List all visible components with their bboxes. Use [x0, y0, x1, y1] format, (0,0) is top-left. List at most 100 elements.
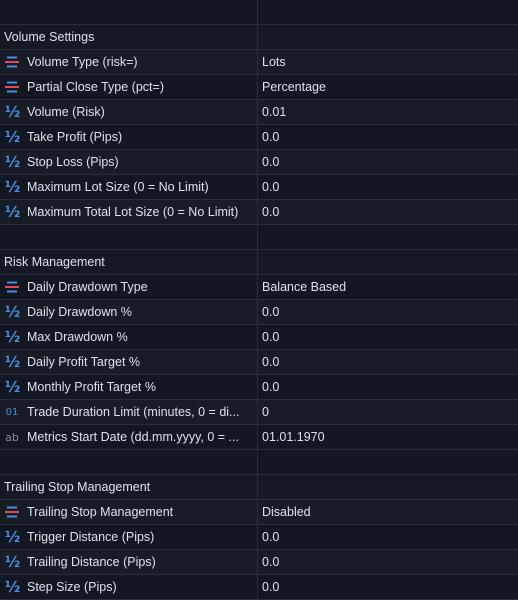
parameter-value[interactable]: Disabled — [262, 505, 311, 519]
parameter-value-cell[interactable]: 0.0 — [258, 300, 518, 324]
parameter-value[interactable]: 0.0 — [262, 305, 279, 319]
section-header-row: Volume Settings — [0, 25, 518, 50]
parameter-row[interactable]: ½ Trailing Distance (Pips) 0.0 — [0, 550, 518, 575]
parameter-name-cell: ½ Maximum Lot Size (0 = No Limit) — [0, 175, 258, 199]
parameter-name-cell: ½ Stop Loss (Pips) — [0, 150, 258, 174]
parameter-name: Stop Loss (Pips) — [27, 155, 119, 169]
parameter-name-cell: ½ Daily Drawdown % — [0, 300, 258, 324]
parameter-value[interactable]: Lots — [262, 55, 286, 69]
parameter-value[interactable]: 0.0 — [262, 555, 279, 569]
enum-icon — [4, 504, 20, 520]
parameter-name: Metrics Start Date (dd.mm.yyyy, 0 = ... — [27, 430, 239, 444]
parameter-value-cell[interactable]: 0.0 — [258, 575, 518, 599]
parameter-name: Monthly Profit Target % — [27, 380, 156, 394]
parameter-value[interactable]: 0 — [262, 405, 269, 419]
parameter-row[interactable]: ab Metrics Start Date (dd.mm.yyyy, 0 = ..… — [0, 425, 518, 450]
parameter-value[interactable]: 0.0 — [262, 355, 279, 369]
parameter-value-cell[interactable]: 0.0 — [258, 375, 518, 399]
parameter-name: Trigger Distance (Pips) — [27, 530, 155, 544]
parameter-value[interactable]: 0.0 — [262, 530, 279, 544]
integer-icon: 01 — [5, 406, 19, 418]
parameter-value-cell[interactable]: 0.0 — [258, 150, 518, 174]
parameter-value-cell[interactable]: 0.0 — [258, 200, 518, 224]
parameter-value-cell[interactable]: 0.01 — [258, 100, 518, 124]
section-header-value-cell — [258, 475, 518, 499]
parameter-row[interactable]: Partial Close Type (pct=) Percentage — [0, 75, 518, 100]
parameter-value-cell[interactable]: 0.0 — [258, 175, 518, 199]
parameter-value[interactable]: 0.01 — [262, 105, 286, 119]
parameter-row[interactable]: Volume Type (risk=) Lots — [0, 50, 518, 75]
parameter-value-cell[interactable]: Balance Based — [258, 275, 518, 299]
spacer-cell-right — [258, 225, 518, 249]
parameter-name: Partial Close Type (pct=) — [27, 80, 164, 94]
parameter-value-cell[interactable]: Disabled — [258, 500, 518, 524]
enum-icon — [4, 279, 20, 295]
parameter-value-cell[interactable]: Percentage — [258, 75, 518, 99]
section-header-label: Risk Management — [4, 255, 105, 269]
parameter-name-cell: Volume Type (risk=) — [0, 50, 258, 74]
parameter-value[interactable]: 0.0 — [262, 580, 279, 594]
parameter-row[interactable]: ½ Maximum Total Lot Size (0 = No Limit) 0.… — [0, 200, 518, 225]
parameter-name-cell: ½ Take Profit (Pips) — [0, 125, 258, 149]
parameter-value-cell[interactable]: 0 — [258, 400, 518, 424]
parameter-name: Volume Type (risk=) — [27, 55, 138, 69]
parameter-name-cell: 01 Trade Duration Limit (minutes, 0 = di.… — [0, 400, 258, 424]
parameter-value-cell[interactable]: 0.0 — [258, 125, 518, 149]
parameter-value[interactable]: 0.0 — [262, 155, 279, 169]
parameter-name: Trade Duration Limit (minutes, 0 = di... — [27, 405, 240, 419]
parameter-value[interactable]: 01.01.1970 — [262, 430, 325, 444]
parameter-value[interactable]: 0.0 — [262, 330, 279, 344]
parameter-row[interactable]: ½ Trigger Distance (Pips) 0.0 — [0, 525, 518, 550]
parameter-name: Maximum Total Lot Size (0 = No Limit) — [27, 205, 239, 219]
double-icon: ½ — [4, 103, 21, 121]
inputs-parameter-grid: Volume Settings Volume Type (risk=) Lots Pa… — [0, 0, 518, 600]
parameter-row[interactable]: ½ Maximum Lot Size (0 = No Limit) 0.0 — [0, 175, 518, 200]
parameter-value[interactable]: 0.0 — [262, 380, 279, 394]
parameter-value-cell[interactable]: 01.01.1970 — [258, 425, 518, 449]
section-header-cell: Trailing Stop Management — [0, 475, 258, 499]
parameter-row[interactable]: ½ Max Drawdown % 0.0 — [0, 325, 518, 350]
parameter-name: Take Profit (Pips) — [27, 130, 123, 144]
parameter-row[interactable]: 01 Trade Duration Limit (minutes, 0 = di.… — [0, 400, 518, 425]
parameter-value-cell[interactable]: 0.0 — [258, 525, 518, 549]
parameter-value-cell[interactable]: 0.0 — [258, 325, 518, 349]
parameter-row[interactable]: ½ Daily Profit Target % 0.0 — [0, 350, 518, 375]
parameter-name-cell: Daily Drawdown Type — [0, 275, 258, 299]
double-icon: ½ — [4, 578, 21, 596]
parameter-row[interactable]: ½ Take Profit (Pips) 0.0 — [0, 125, 518, 150]
parameter-name: Daily Profit Target % — [27, 355, 141, 369]
parameter-value[interactable]: Percentage — [262, 80, 326, 94]
parameter-name-cell: Trailing Stop Management — [0, 500, 258, 524]
spacer-cell-left — [0, 0, 258, 24]
double-icon: ½ — [4, 353, 21, 371]
parameter-value-cell[interactable]: 0.0 — [258, 550, 518, 574]
parameter-row[interactable]: ½ Stop Loss (Pips) 0.0 — [0, 150, 518, 175]
parameter-name: Step Size (Pips) — [27, 580, 117, 594]
parameter-name-cell: ½ Daily Profit Target % — [0, 350, 258, 374]
parameter-name-cell: ½ Maximum Total Lot Size (0 = No Limit) — [0, 200, 258, 224]
double-icon: ½ — [4, 203, 21, 221]
parameter-row[interactable]: ½ Volume (Risk) 0.01 — [0, 100, 518, 125]
parameter-row[interactable]: Daily Drawdown Type Balance Based — [0, 275, 518, 300]
parameter-row[interactable]: ½ Step Size (Pips) 0.0 — [0, 575, 518, 600]
parameter-value[interactable]: 0.0 — [262, 130, 279, 144]
parameter-value-cell[interactable]: 0.0 — [258, 350, 518, 374]
parameter-name: Max Drawdown % — [27, 330, 128, 344]
parameter-row[interactable]: ½ Monthly Profit Target % 0.0 — [0, 375, 518, 400]
double-icon: ½ — [4, 128, 21, 146]
parameter-name-cell: ab Metrics Start Date (dd.mm.yyyy, 0 = ..… — [0, 425, 258, 449]
section-header-value-cell — [258, 250, 518, 274]
parameter-value[interactable]: Balance Based — [262, 280, 346, 294]
parameter-name-cell: ½ Max Drawdown % — [0, 325, 258, 349]
parameter-row[interactable]: ½ Daily Drawdown % 0.0 — [0, 300, 518, 325]
parameter-value-cell[interactable]: Lots — [258, 50, 518, 74]
parameter-value[interactable]: 0.0 — [262, 205, 279, 219]
parameter-row[interactable]: Trailing Stop Management Disabled — [0, 500, 518, 525]
parameter-name-cell: ½ Trailing Distance (Pips) — [0, 550, 258, 574]
section-header-value-cell — [258, 25, 518, 49]
parameter-value[interactable]: 0.0 — [262, 180, 279, 194]
parameter-name: Volume (Risk) — [27, 105, 105, 119]
spacer-cell-right — [258, 450, 518, 474]
parameter-name-cell: ½ Trigger Distance (Pips) — [0, 525, 258, 549]
parameter-name: Maximum Lot Size (0 = No Limit) — [27, 180, 209, 194]
